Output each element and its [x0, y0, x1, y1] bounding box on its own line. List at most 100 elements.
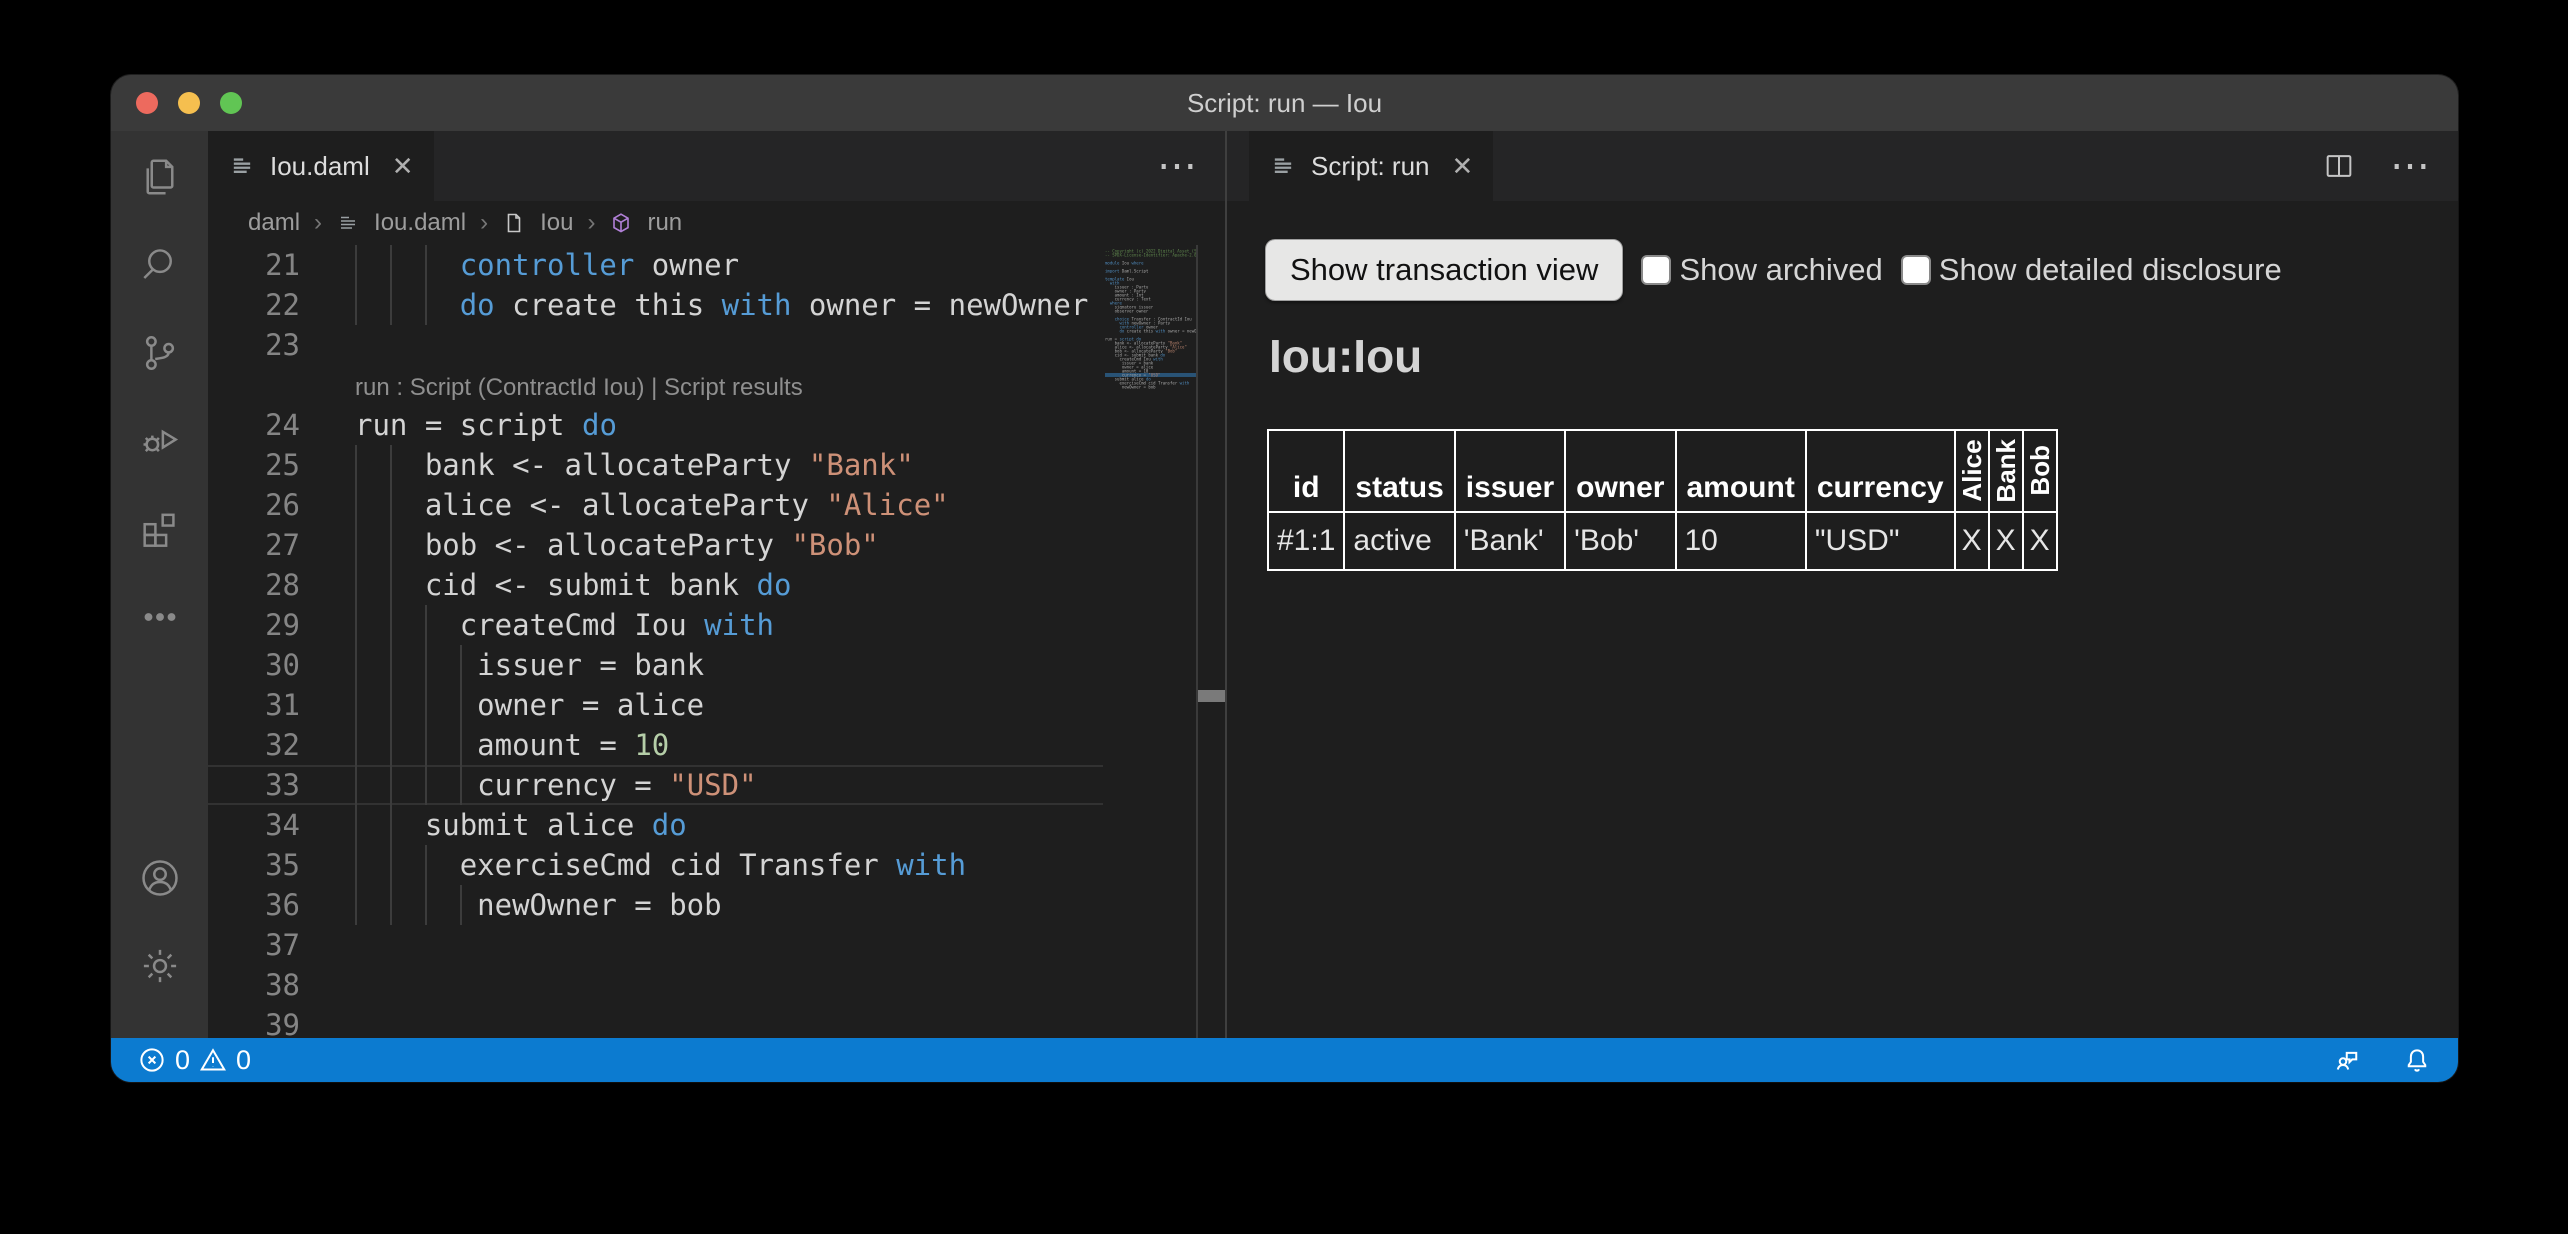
- contracts-table: idstatusissuerowneramountcurrencyAliceBa…: [1267, 429, 2058, 571]
- more-icon[interactable]: [128, 585, 192, 649]
- indent-guide: [355, 245, 390, 285]
- indent-guide: [425, 245, 460, 285]
- close-window-button[interactable]: [136, 92, 158, 114]
- indent-guide: [460, 725, 477, 765]
- breadcrumb-symbol[interactable]: run: [647, 209, 682, 237]
- indent-guide: [390, 285, 425, 325]
- line-number: 23: [208, 325, 300, 365]
- warning-icon: [198, 1045, 228, 1075]
- tab-close-icon[interactable]: ✕: [392, 151, 414, 182]
- tab-close-icon[interactable]: ✕: [1452, 151, 1474, 182]
- settings-gear-icon[interactable]: [128, 934, 192, 998]
- indent-guide: [390, 685, 425, 725]
- feedback-icon[interactable]: [2332, 1045, 2362, 1075]
- indent-guide: [355, 565, 390, 605]
- table-row: #1:1active'Bank''Bob'10"USD"XXX: [1268, 512, 2057, 570]
- code-line[interactable]: 39: [208, 1005, 1103, 1038]
- indent-guide: [425, 685, 460, 725]
- code-line[interactable]: 31owner = alice: [208, 685, 1103, 725]
- code-line[interactable]: 38: [208, 965, 1103, 1005]
- code-line[interactable]: 35exerciseCmd cid Transfer with: [208, 845, 1103, 885]
- code-line[interactable]: 29createCmd Iou with: [208, 605, 1103, 645]
- code-editor[interactable]: 21controller owner22do create this with …: [208, 245, 1225, 1038]
- table-cell: X: [1955, 512, 1989, 570]
- editor-more-actions-icon[interactable]: ⋯: [1157, 146, 1197, 186]
- script-controls: Show transaction view Show archived Show…: [1265, 239, 2428, 301]
- code-lines[interactable]: 21controller owner22do create this with …: [208, 245, 1103, 1038]
- minimap[interactable]: -- Copyright (c) 2022 Digital Asset (Swi…: [1105, 249, 1196, 1038]
- table-column-header: owner: [1565, 430, 1675, 512]
- line-number: 21: [208, 245, 300, 285]
- code-line[interactable]: 24run = script do: [208, 405, 1103, 445]
- breadcrumb-file[interactable]: Iou.daml: [374, 209, 466, 237]
- accounts-icon[interactable]: [128, 846, 192, 910]
- split-editor-icon[interactable]: [2322, 149, 2356, 183]
- indent-guide: [460, 645, 477, 685]
- code-line[interactable]: 34submit alice do: [208, 805, 1103, 845]
- minimap-content: -- Copyright (c) 2022 Digital Asset (Swi…: [1105, 249, 1196, 389]
- indent-guide: [390, 805, 425, 845]
- table-cell: #1:1: [1268, 512, 1344, 570]
- tab-iou-daml[interactable]: Iou.daml ✕: [208, 131, 435, 201]
- extensions-icon[interactable]: [128, 497, 192, 561]
- line-number: 26: [208, 485, 300, 525]
- line-number: 37: [208, 925, 300, 965]
- overview-ruler-cursor-mark: [1198, 690, 1225, 702]
- run-debug-icon[interactable]: [128, 409, 192, 473]
- indent-guide: [355, 765, 390, 805]
- source-control-icon[interactable]: [128, 321, 192, 385]
- show-archived-option: Show archived: [1641, 252, 1882, 288]
- editor-group-right: Script: run ✕ ⋯ Show transaction view Sh…: [1225, 131, 2458, 1038]
- indent-guide: [425, 885, 460, 925]
- code-line[interactable]: 25bank <- allocateParty "Bank": [208, 445, 1103, 485]
- indent-guide: [355, 485, 390, 525]
- search-icon[interactable]: [128, 233, 192, 297]
- show-transaction-view-button[interactable]: Show transaction view: [1265, 239, 1623, 301]
- breadcrumb-module[interactable]: Iou: [540, 209, 573, 237]
- code-line[interactable]: 32amount = 10: [208, 725, 1103, 765]
- show-archived-checkbox[interactable]: [1641, 255, 1671, 285]
- table-column-header: issuer: [1455, 430, 1565, 512]
- table-header-row: idstatusissuerowneramountcurrencyAliceBa…: [1268, 430, 2057, 512]
- breadcrumb-folder[interactable]: daml: [248, 209, 300, 237]
- code-line[interactable]: 22do create this with owner = newOwner: [208, 285, 1103, 325]
- table-party-header: Bob: [2023, 430, 2057, 512]
- code-line[interactable]: 27bob <- allocateParty "Bob": [208, 525, 1103, 565]
- indent-guide: [425, 645, 460, 685]
- panel-more-actions-icon[interactable]: ⋯: [2390, 146, 2430, 186]
- code-line[interactable]: 36newOwner = bob: [208, 885, 1103, 925]
- overview-ruler[interactable]: [1196, 245, 1225, 1038]
- table-cell: 'Bob': [1565, 512, 1675, 570]
- breadcrumb: daml › Iou.daml › Iou › run: [208, 201, 1225, 245]
- table-column-header: status: [1344, 430, 1454, 512]
- indent-guide: [355, 285, 390, 325]
- line-number: 36: [208, 885, 300, 925]
- tab-script-run[interactable]: Script: run ✕: [1249, 131, 1494, 201]
- show-detailed-disclosure-checkbox[interactable]: [1901, 255, 1931, 285]
- explorer-icon[interactable]: [128, 145, 192, 209]
- file-lines-icon: [228, 152, 256, 180]
- code-line[interactable]: 21controller owner: [208, 245, 1103, 285]
- line-number: 35: [208, 845, 300, 885]
- line-number: 27: [208, 525, 300, 565]
- codelens[interactable]: run : Script (ContractId Iou) | Script r…: [208, 365, 1103, 405]
- problems-status[interactable]: 0 0: [137, 1045, 251, 1076]
- code-line[interactable]: 30issuer = bank: [208, 645, 1103, 685]
- bell-icon[interactable]: [2402, 1045, 2432, 1075]
- code-line[interactable]: 37: [208, 925, 1103, 965]
- line-number: 29: [208, 605, 300, 645]
- vscode-window: Script: run — Iou: [111, 75, 2458, 1082]
- code-line[interactable]: 26alice <- allocateParty "Alice": [208, 485, 1103, 525]
- title-bar[interactable]: Script: run — Iou: [111, 75, 2458, 131]
- indent-guide: [390, 445, 425, 485]
- code-line[interactable]: 23: [208, 325, 1103, 365]
- line-number: 39: [208, 1005, 300, 1038]
- code-line[interactable]: 33currency = "USD": [208, 765, 1103, 805]
- code-line[interactable]: 28cid <- submit bank do: [208, 565, 1103, 605]
- indent-guide: [425, 285, 460, 325]
- indent-guide: [355, 605, 390, 645]
- zoom-window-button[interactable]: [220, 92, 242, 114]
- minimize-window-button[interactable]: [178, 92, 200, 114]
- table-column-header: amount: [1676, 430, 1806, 512]
- warning-count: 0: [236, 1045, 251, 1076]
